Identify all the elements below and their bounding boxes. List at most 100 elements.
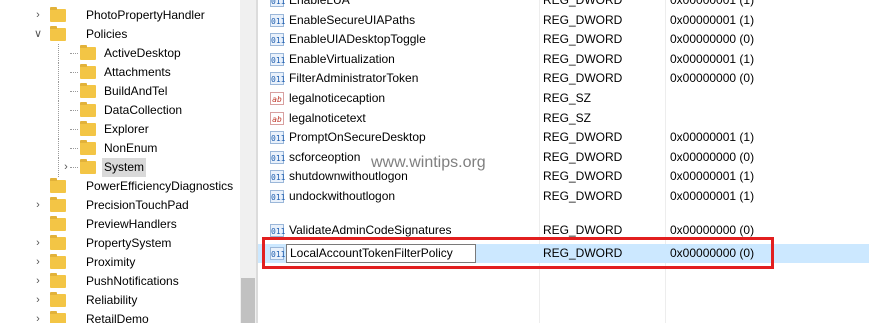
chevron-right-icon[interactable]: › [32,196,44,215]
tree-scrollbar[interactable] [240,0,256,323]
binary-value-icon: 011 [270,224,285,237]
value-type: REG_DWORD [543,12,623,27]
tree-guide-line [58,139,59,158]
tree-item-label: PropertySystem [86,236,172,250]
value-data: 0x00000000 (0) [670,223,755,237]
registry-tree-pane[interactable]: › PhotoPropertyHandler ∨ Policies ActiveDesk… [0,0,240,323]
binary-value-icon: 011 [270,170,285,184]
binary-value-icon: 011 [270,13,285,27]
value-row[interactable]: 011 undockwithoutlogon REG_DWORD 0x00000001… [258,187,869,206]
value-data: 0x00000000 (0) [670,246,755,260]
tree-guide-line [58,63,59,82]
tree-item-label: System [102,158,147,177]
value-type: REG_SZ [543,91,592,105]
folder-icon [80,159,96,174]
tree-item-label: PhotoPropertyHandler [86,8,205,22]
tree-guide-tick [70,129,78,130]
tree-guide-tick [70,53,78,54]
tree-item-label: RetailDemo [86,312,149,323]
tree-guide-line [58,82,59,101]
value-name: PromptOnSecureDesktop [289,130,426,145]
chevron-down-icon[interactable]: ∨ [32,25,44,44]
value-name: EnableUIADesktopToggle [289,32,426,47]
value-type: REG_DWORD [543,246,623,260]
value-row[interactable]: ab legalnoticetext REG_SZ [258,109,869,128]
tree-guide-tick [70,91,78,92]
value-name: legalnoticetext [289,110,366,125]
folder-icon [50,292,66,307]
string-value-icon: ab [270,111,284,125]
value-data: 0x00000001 (1) [670,169,755,184]
tree-item-label: Proximity [86,255,136,269]
value-row[interactable]: 011 scforceoption REG_DWORD 0x00000000 (0) [258,148,869,167]
folder-icon [80,121,96,136]
binary-value-icon: 011 [270,247,285,260]
value-row[interactable]: 011 EnableLUA REG_DWORD 0x00000001 (1) [258,0,869,10]
chevron-right-icon[interactable]: › [32,253,44,272]
tree-guide-line [58,44,59,63]
tree-guide-line [58,158,59,177]
binary-value-icon: 011 [270,33,285,47]
value-type: REG_DWORD [543,71,623,86]
tree-item-label: Policies [86,27,128,41]
chevron-right-icon[interactable]: › [32,272,44,291]
tree-item-label: ActiveDesktop [104,46,181,60]
value-type: REG_DWORD [543,223,623,237]
binary-value-icon: 011 [270,131,285,145]
tree-item-label: Reliability [86,293,138,307]
folder-icon [50,26,66,41]
chevron-right-icon[interactable]: › [32,6,44,25]
value-type: REG_DWORD [543,32,623,47]
value-data: 0x00000001 (1) [670,12,755,27]
tree-item-label: BuildAndTel [104,84,168,98]
value-type: REG_DWORD [543,189,623,203]
value-row[interactable]: 011 FilterAdministratorToken REG_DWORD 0x00… [258,69,869,88]
value-row[interactable]: ab legalnoticecaption REG_SZ [258,89,869,108]
chevron-right-icon[interactable]: › [32,234,44,253]
chevron-right-icon[interactable]: › [32,310,44,323]
folder-icon [50,216,66,231]
folder-icon [50,178,66,193]
value-row[interactable]: 011 EnableVirtualization REG_DWORD 0x000000… [258,50,869,69]
string-value-icon: ab [270,92,284,105]
value-row[interactable]: 011 shutdownwithoutlogon REG_DWORD 0x000000… [258,167,869,186]
chevron-right-icon[interactable]: › [60,158,72,177]
watermark-text: www.wintips.org [371,154,486,171]
folder-icon [80,83,96,98]
value-row[interactable]: 011 PromptOnSecureDesktop REG_DWORD 0x00000… [258,128,869,147]
tree-guide-line [58,120,59,139]
value-name: legalnoticecaption [289,91,386,105]
value-row-editing[interactable]: 011 LocalAccountTokenFilterPolicy REG_DWOR… [258,244,869,263]
folder-icon [80,140,96,155]
tree-guide-line [58,101,59,120]
value-row[interactable]: 011 EnableSecureUIAPaths REG_DWORD 0x000000… [258,11,869,30]
binary-value-icon: 011 [270,190,285,203]
value-row[interactable]: 011 EnableUIADesktopToggle REG_DWORD 0x0000… [258,30,869,49]
tree-item-label: PushNotifications [86,274,179,288]
value-type: REG_DWORD [543,0,623,7]
folder-icon [50,7,66,22]
folder-icon [50,197,66,212]
values-list-pane[interactable]: 011 EnableLUA REG_DWORD 0x00000001 (1) 011 En… [258,0,869,323]
tree-item-label: PrecisionTouchPad [86,198,189,212]
value-type: REG_DWORD [543,169,623,184]
binary-value-icon: 011 [270,52,285,66]
rename-input[interactable]: LocalAccountTokenFilterPolicy [286,244,476,263]
tree-guide-tick [70,72,78,73]
tree-item-label: Attachments [104,65,171,79]
value-name: EnableSecureUIAPaths [289,12,416,27]
value-row[interactable]: 011 ValidateAdminCodeSignatures REG_DWORD 0… [258,221,869,240]
tree-guide-tick [70,148,78,149]
value-name: scforceoption [289,149,361,164]
value-name: EnableLUA [289,0,350,7]
tree-item-label: DataCollection [104,103,183,117]
value-name: undockwithoutlogon [289,189,396,203]
value-data: 0x00000001 (1) [670,0,755,7]
value-data: 0x00000000 (0) [670,71,755,86]
folder-icon [50,254,66,269]
folder-icon [50,311,66,323]
scrollbar-thumb[interactable] [241,278,255,323]
chevron-right-icon[interactable]: › [32,291,44,310]
tree-item-label: Explorer [104,122,149,136]
binary-value-icon: 011 [270,0,285,7]
